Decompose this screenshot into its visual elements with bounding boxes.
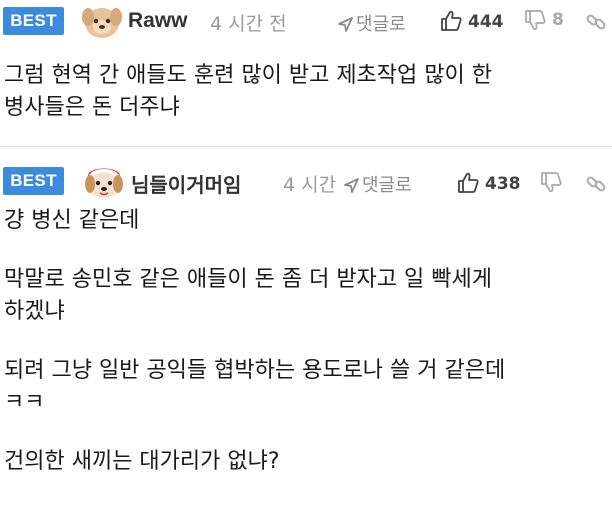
comment-line: 그럼 현역 간 애들도 훈련 많이 받고 제초작업 많이 한 — [4, 63, 492, 88]
timestamp: 4 시간 — [283, 174, 337, 196]
link-icon[interactable] — [585, 11, 607, 37]
reply-button[interactable]: 댓글로 — [337, 10, 406, 36]
comment-line: 걍 병신 같은데 — [4, 208, 140, 233]
best-badge: BEST — [3, 7, 64, 35]
thumbs-up-icon — [458, 172, 479, 193]
reply-button[interactable]: 댓글로 — [343, 171, 412, 197]
nickname[interactable]: 님들이거머임 — [131, 169, 241, 198]
link-icon[interactable] — [585, 173, 607, 199]
dislike-button[interactable]: 8 — [524, 10, 564, 31]
puppy-avatar-icon[interactable] — [82, 162, 126, 206]
comment-line: 병사들은 돈 더주냐 — [4, 95, 180, 120]
comment-line: 건의한 새끼는 대가리가 없냐? — [4, 449, 280, 474]
comment-body: 그럼 현역 간 애들도 훈련 많이 받고 제초작업 많이 한 병사들은 돈 더주… — [0, 44, 612, 124]
thumbs-down-icon — [541, 172, 562, 193]
comment-item: BEST Raww 4 시간 전 댓글로 444 8 그럼 현역 간 애들도 훈… — [0, 0, 612, 146]
comment-body: 걍 병신 같은데 막말로 송민호 같은 애들이 돈 좀 더 받자고 일 빡세게 … — [0, 205, 612, 478]
comment-line: ㅋㅋ — [4, 390, 45, 415]
like-count: 444 — [468, 12, 504, 32]
reply-label: 댓글로 — [356, 14, 406, 35]
comment-meta: BEST Raww 4 시간 전 댓글로 444 8 — [0, 0, 612, 44]
dislike-count: 8 — [552, 10, 564, 30]
like-button[interactable]: 444 — [440, 10, 504, 32]
thumbs-up-icon — [441, 10, 462, 31]
puppy-avatar-icon[interactable] — [80, 2, 124, 46]
comment-meta: BEST 님들이거머임 4 시간 댓글로 438 — [0, 147, 612, 205]
comment-line: 되려 그냥 일반 공익들 협박하는 용도로나 쓸 거 같은데 — [4, 358, 506, 383]
reply-label: 댓글로 — [362, 175, 412, 196]
nickname[interactable]: Raww — [128, 9, 188, 33]
best-badge: BEST — [3, 167, 64, 195]
comment-line: 하겠냐 — [4, 299, 65, 324]
comment-paragraph: 건의한 새끼는 대가리가 없냐? — [4, 446, 612, 478]
like-count: 438 — [485, 174, 521, 194]
comment-paragraph: 막말로 송민호 같은 애들이 돈 좀 더 받자고 일 빡세게 하겠냐 — [4, 264, 612, 328]
reply-arrow-icon — [344, 178, 359, 193]
comment-item: BEST 님들이거머임 4 시간 댓글로 438 걍 병신 같은데 막말로 송민… — [0, 146, 612, 522]
comment-paragraph: 되려 그냥 일반 공익들 협박하는 용도로나 쓸 거 같은데 ㅋㅋ — [4, 355, 612, 419]
like-button[interactable]: 438 — [457, 172, 521, 194]
comment-paragraph: 걍 병신 같은데 — [4, 205, 612, 237]
dislike-button[interactable] — [540, 172, 568, 193]
thumbs-down-icon — [525, 10, 546, 31]
comment-line: 막말로 송민호 같은 애들이 돈 좀 더 받자고 일 빡세게 — [4, 267, 492, 292]
reply-arrow-icon — [338, 17, 353, 32]
timestamp: 4 시간 전 — [210, 13, 287, 35]
